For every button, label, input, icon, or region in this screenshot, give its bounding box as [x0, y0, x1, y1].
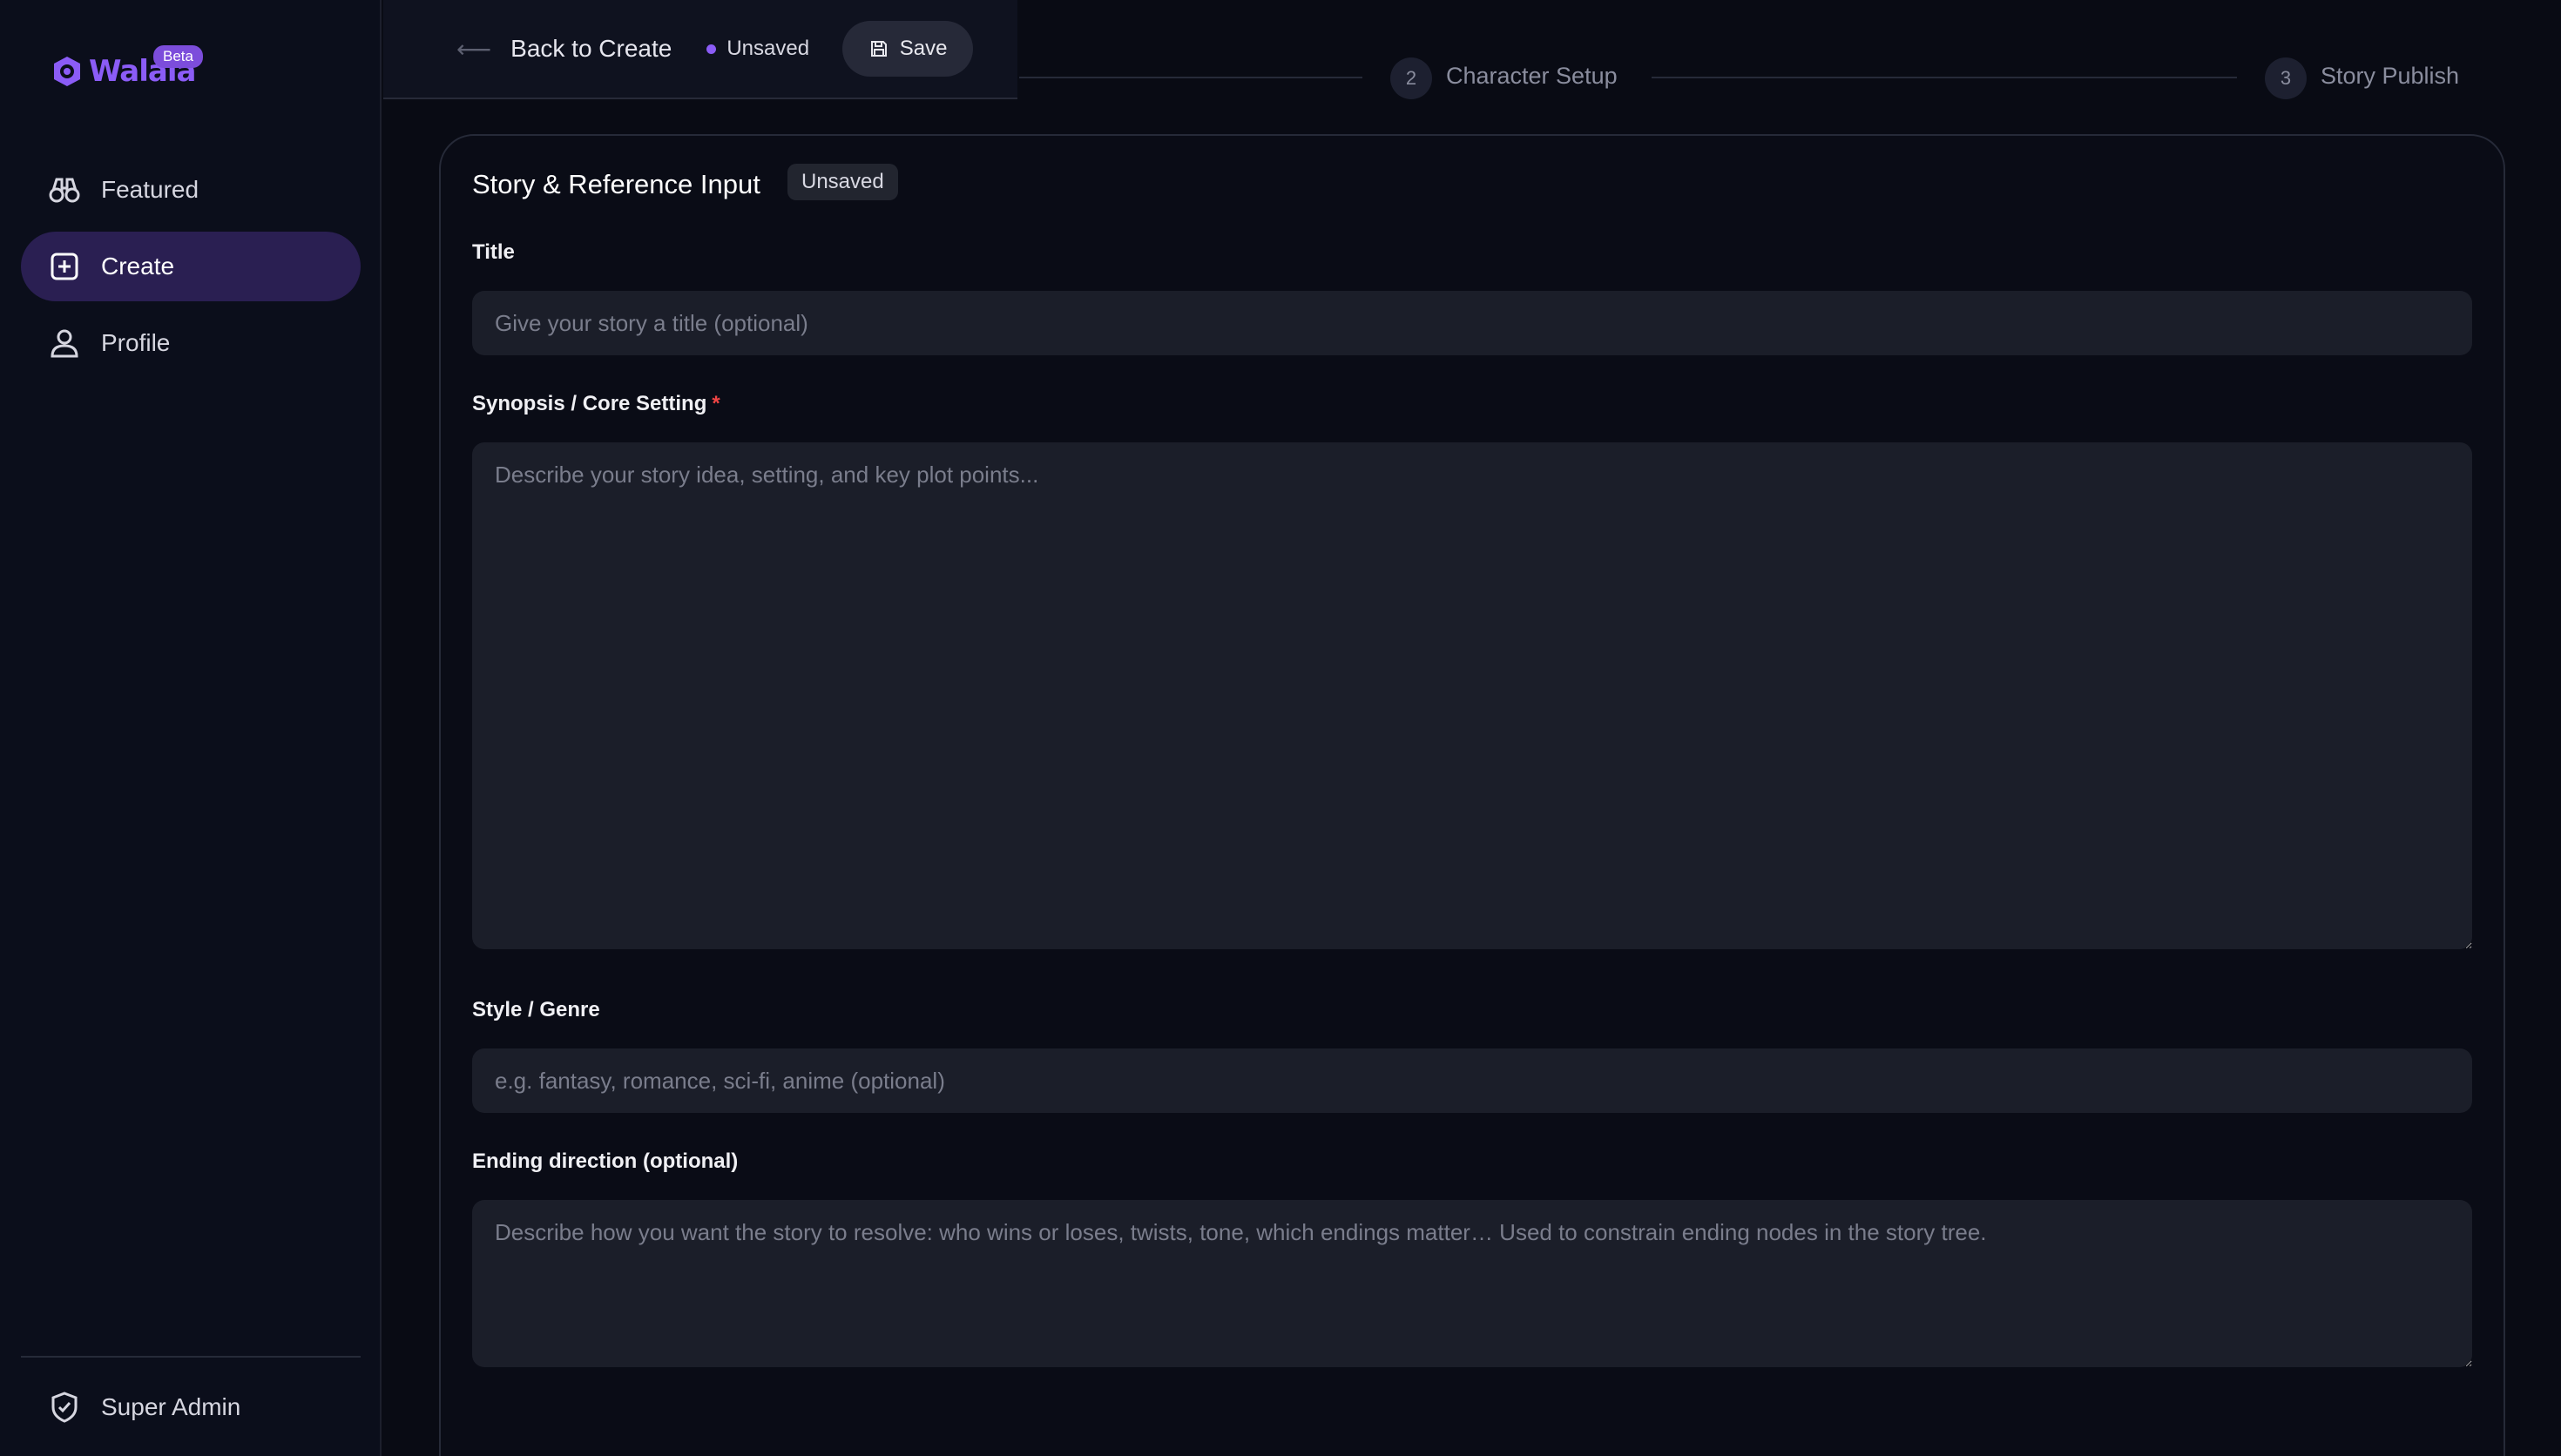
unsaved-badge: Unsaved [787, 164, 898, 200]
sidebar-item-profile[interactable]: Profile [21, 308, 361, 378]
binoculars-icon [47, 172, 82, 207]
sidebar-item-super-admin[interactable]: Super Admin [21, 1372, 361, 1442]
user-icon [47, 326, 82, 361]
ending-direction-label: Ending direction (optional) [472, 1149, 739, 1173]
beta-badge: Beta [153, 45, 203, 68]
shield-check-icon [47, 1390, 82, 1425]
step-3-label: Story Publish [2321, 63, 2460, 89]
sidebar-item-label: Profile [101, 329, 171, 356]
status-dot-icon [706, 44, 717, 54]
synopsis-label: Synopsis / Core Setting * [472, 392, 720, 416]
sidebar-item-create[interactable]: Create [21, 232, 361, 301]
step-2-number: 2 [1390, 57, 1432, 99]
title-input[interactable] [472, 291, 2472, 355]
synopsis-textarea[interactable] [472, 442, 2472, 949]
sidebar-item-label: Create [101, 253, 175, 280]
save-status-text: Unsaved [726, 37, 810, 60]
step-3-number: 3 [2265, 57, 2307, 99]
sidebar-item-label: Super Admin [101, 1393, 241, 1420]
plus-square-icon [47, 249, 82, 284]
back-label: Back to Create [510, 35, 672, 62]
save-icon [870, 41, 887, 57]
step-connector [1019, 77, 1362, 78]
app-root: Walala Beta Featured Create Profile Supe… [0, 0, 2561, 1456]
arrow-left-icon: ⟵ [456, 35, 492, 63]
sidebar-divider [21, 1356, 361, 1358]
sidebar-item-label: Featured [101, 176, 199, 203]
save-status: Unsaved [706, 37, 809, 61]
walala-logo-icon [54, 57, 80, 86]
style-genre-label: Style / Genre [472, 998, 600, 1021]
sidebar: Walala Beta Featured Create Profile Supe… [0, 0, 382, 1456]
save-button[interactable]: Save [842, 21, 974, 77]
brand-logo[interactable]: Walala Beta [49, 45, 203, 94]
synopsis-label-text: Synopsis / Core Setting [472, 392, 707, 415]
title-label: Title [472, 240, 515, 264]
sidebar-item-featured[interactable]: Featured [21, 155, 361, 225]
story-input-card: Story & Reference Input Unsaved Title Sy… [439, 134, 2505, 1456]
ending-direction-textarea[interactable] [472, 1200, 2472, 1367]
back-to-create-link[interactable]: ⟵ Back to Create [456, 35, 672, 64]
required-mark: * [712, 392, 720, 415]
card-title: Story & Reference Input [472, 169, 760, 199]
save-label: Save [899, 37, 948, 60]
step-2-label: Character Setup [1446, 63, 1618, 89]
step-connector [1652, 77, 2237, 78]
top-action-bar: ⟵ Back to Create Unsaved Save [383, 0, 1017, 99]
style-genre-input[interactable] [472, 1048, 2472, 1113]
